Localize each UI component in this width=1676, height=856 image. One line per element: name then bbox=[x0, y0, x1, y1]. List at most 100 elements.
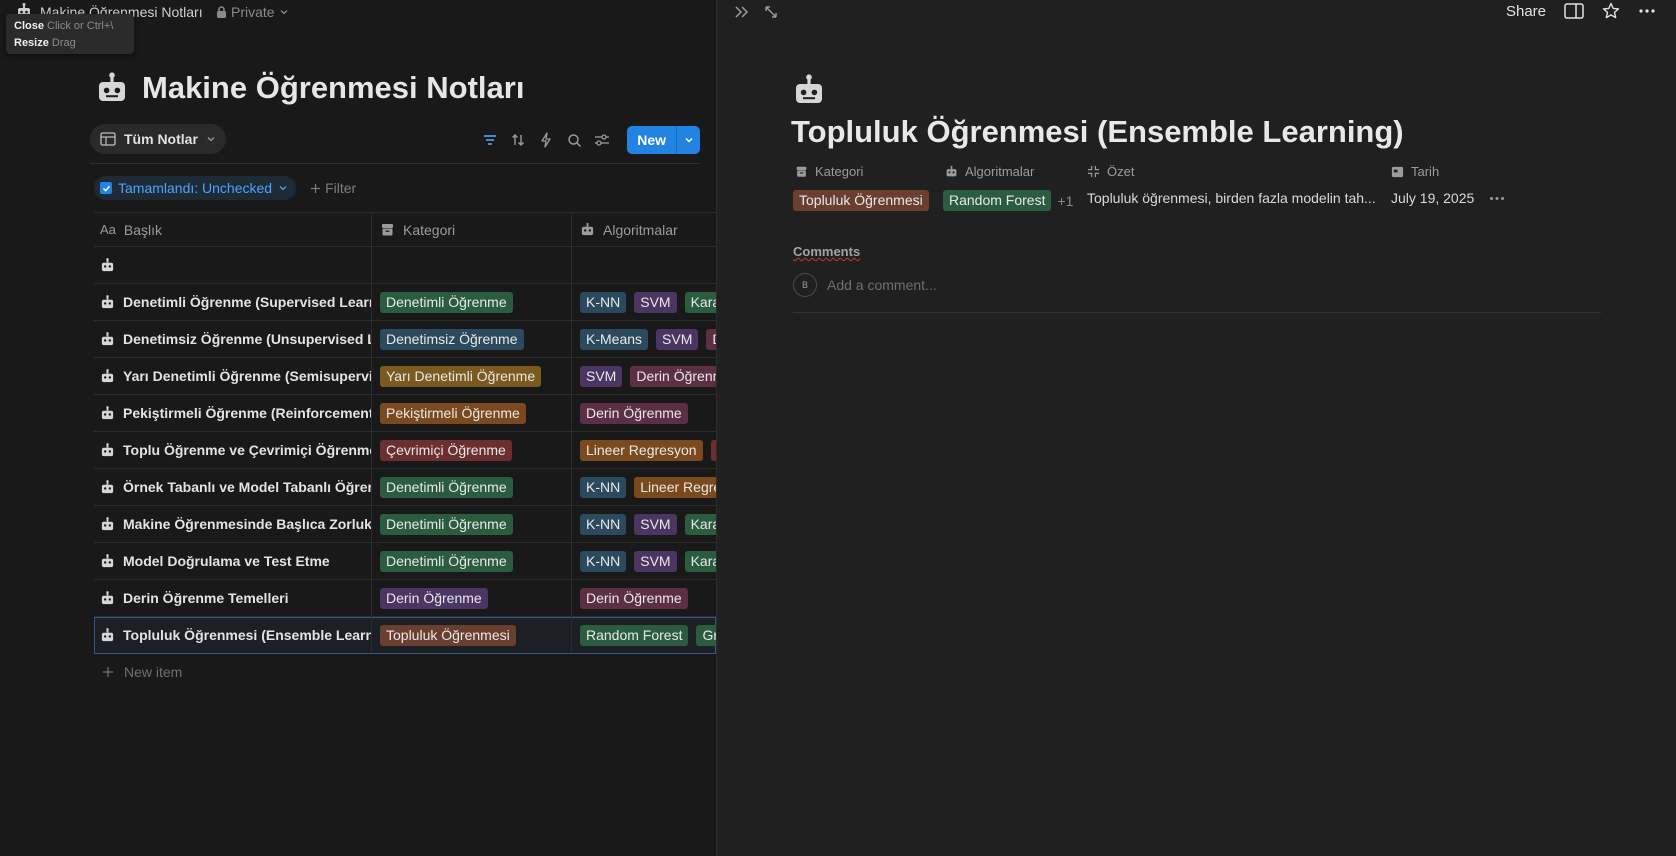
property-label-summary[interactable]: Özet bbox=[1087, 164, 1134, 179]
category-tag: Pekiştirmeli Öğrenme bbox=[380, 402, 526, 424]
new-dropdown-button[interactable] bbox=[676, 126, 700, 154]
algorithm-tag: SVM bbox=[580, 365, 623, 387]
page-title[interactable]: Topluluk Öğrenmesi (Ensemble Learning) bbox=[791, 114, 1404, 150]
row-algorithms-cell[interactable]: K-NN SVM Karar Ağaçları bbox=[572, 543, 716, 579]
table-row[interactable]: Makine Öğrenmesinde Başlıca Zorluklar Den… bbox=[94, 506, 716, 543]
row-category-cell[interactable]: Derin Öğrenme bbox=[372, 580, 572, 616]
algorithm-tag: Derin Öğrenme bbox=[706, 328, 716, 350]
property-label-algorithms[interactable]: Algoritmalar bbox=[945, 164, 1034, 179]
view-tab-all-notes[interactable]: Tüm Notlar bbox=[90, 124, 226, 154]
row-category-cell[interactable]: Denetimli Öğrenme bbox=[372, 543, 572, 579]
table-row[interactable]: Denetimli Öğrenme (Supervised Learning) D… bbox=[94, 284, 716, 321]
table-row[interactable]: Yarı Denetimli Öğrenme (Semisupervised L… bbox=[94, 358, 716, 395]
row-title-cell[interactable]: Toplu Öğrenme ve Çevrimiçi Öğrenme bbox=[94, 432, 372, 468]
filter-chip-completed[interactable]: Tamamlandı: Unchecked bbox=[94, 176, 297, 200]
row-title-cell[interactable]: Makine Öğrenmesinde Başlıca Zorluklar bbox=[94, 506, 372, 542]
row-algorithms-cell[interactable]: Random Forest Gradient Boosting bbox=[572, 617, 716, 653]
row-category-cell[interactable] bbox=[372, 247, 572, 283]
property-label-date[interactable]: Tarih bbox=[1391, 164, 1439, 179]
row-category-cell[interactable]: Denetimli Öğrenme bbox=[372, 506, 572, 542]
row-title-cell[interactable]: Örnek Tabanlı ve Model Tabanlı Öğrenme bbox=[94, 469, 372, 505]
robot-icon[interactable] bbox=[793, 74, 825, 106]
table-row[interactable]: Toplu Öğrenme ve Çevrimiçi Öğrenme Çevrim… bbox=[94, 432, 716, 469]
category-tag: Denetimli Öğrenme bbox=[380, 550, 513, 572]
lightning-icon[interactable] bbox=[537, 131, 555, 149]
more-options-icon[interactable] bbox=[1638, 8, 1656, 14]
property-value-category[interactable]: Topluluk Öğrenmesi bbox=[793, 190, 937, 211]
property-label-text: Tarih bbox=[1411, 164, 1440, 179]
row-category-cell[interactable]: Denetimli Öğrenme bbox=[372, 284, 572, 320]
add-filter-button[interactable]: Filter bbox=[310, 180, 356, 196]
row-category-cell[interactable]: Yarı Denetimli Öğrenme bbox=[372, 358, 572, 394]
property-label-category[interactable]: Kategori bbox=[795, 164, 863, 179]
row-category-cell[interactable]: Pekiştirmeli Öğrenme bbox=[372, 395, 572, 431]
sort-icon[interactable] bbox=[509, 131, 527, 149]
row-title-cell[interactable]: Denetimsiz Öğrenme (Unsupervised Learnin… bbox=[94, 321, 372, 357]
row-title-cell[interactable]: Model Doğrulama ve Test Etme bbox=[94, 543, 372, 579]
row-algorithms-cell[interactable] bbox=[572, 247, 716, 283]
column-header-label: Algoritmalar bbox=[603, 221, 678, 238]
row-title-cell[interactable]: Yarı Denetimli Öğrenme (Semisupervised L… bbox=[94, 358, 372, 394]
row-title-cell[interactable]: Topluluk Öğrenmesi (Ensemble Learning) bbox=[94, 617, 372, 653]
row-title: Makine Öğrenmesinde Başlıca Zorluklar bbox=[123, 516, 372, 532]
algorithm-tag: Gradient Boosting bbox=[696, 624, 716, 646]
robot-icon[interactable] bbox=[96, 72, 128, 104]
table-row[interactable]: Pekiştirmeli Öğrenme (Reinforcement Lear… bbox=[94, 395, 716, 432]
table-row[interactable]: Denetimsiz Öğrenme (Unsupervised Learnin… bbox=[94, 321, 716, 358]
row-title-cell[interactable]: Derin Öğrenme Temelleri bbox=[94, 580, 372, 616]
row-algorithms-cell[interactable]: Lineer RegresyonLojistik Regresyon bbox=[572, 432, 716, 468]
row-algorithms-cell[interactable]: K-Means SVM Derin Öğrenme bbox=[572, 321, 716, 357]
avatar: B bbox=[793, 273, 817, 297]
row-title-cell[interactable] bbox=[94, 247, 372, 283]
table-icon bbox=[100, 132, 116, 146]
table-row[interactable] bbox=[94, 247, 716, 284]
property-more-button[interactable] bbox=[1489, 196, 1505, 201]
database-heading[interactable]: Makine Öğrenmesi Notları bbox=[142, 70, 524, 106]
row-algorithms-cell[interactable]: K-NN Lineer Regresyon bbox=[572, 469, 716, 505]
archive-icon bbox=[795, 165, 808, 178]
column-header-category[interactable]: Kategori bbox=[372, 213, 572, 246]
new-item-button[interactable]: New item bbox=[102, 664, 182, 680]
row-algorithms-cell[interactable]: K-NN SVM Karar Ağaçları bbox=[572, 284, 716, 320]
divider bbox=[90, 163, 700, 164]
star-icon[interactable] bbox=[1602, 2, 1620, 20]
column-header-label: Kategori bbox=[403, 221, 456, 238]
collapse-double-chevron-icon[interactable] bbox=[733, 4, 751, 20]
chevron-down-icon bbox=[279, 7, 289, 17]
table-row[interactable]: Topluluk Öğrenmesi (Ensemble Learning) To… bbox=[94, 617, 716, 654]
row-algorithms-cell[interactable]: Derin Öğrenme bbox=[572, 395, 716, 431]
search-icon[interactable] bbox=[565, 131, 583, 149]
comment-composer[interactable]: B Add a comment... bbox=[793, 273, 937, 297]
settings-sliders-icon[interactable] bbox=[593, 131, 611, 149]
share-button[interactable]: Share bbox=[1506, 3, 1546, 20]
row-title-cell[interactable]: Denetimli Öğrenme (Supervised Learning) bbox=[94, 284, 372, 320]
row-algorithms-cell[interactable]: K-NN SVM Karar Ağaçları bbox=[572, 506, 716, 542]
property-value-date[interactable]: July 19, 2025 bbox=[1391, 190, 1474, 206]
algorithm-tag: Karar Ağaçları bbox=[684, 550, 716, 572]
row-category-cell[interactable]: Denetimsiz Öğrenme bbox=[372, 321, 572, 357]
category-tag: Denetimli Öğrenme bbox=[380, 291, 513, 313]
expand-icon[interactable] bbox=[763, 4, 779, 20]
table-row[interactable]: Derin Öğrenme Temelleri Derin Öğrenme Deri… bbox=[94, 580, 716, 617]
table-row[interactable]: Model Doğrulama ve Test Etme Denetimli Öğ… bbox=[94, 543, 716, 580]
property-value-algorithms[interactable]: Random Forest +1 bbox=[943, 190, 1073, 211]
filter-icon[interactable] bbox=[481, 131, 499, 149]
property-value-summary[interactable]: Topluluk öğrenmesi, birden fazla modelin… bbox=[1087, 190, 1377, 206]
sidebar-layout-icon[interactable] bbox=[1564, 3, 1584, 19]
column-header-title[interactable]: Aa Başlık bbox=[94, 213, 372, 246]
row-algorithms-cell[interactable]: Derin Öğrenme bbox=[572, 580, 716, 616]
row-category-cell[interactable]: Denetimli Öğrenme bbox=[372, 469, 572, 505]
row-category-cell[interactable]: Çevrimiçi Öğrenme bbox=[372, 432, 572, 468]
privacy-indicator[interactable]: Private bbox=[216, 4, 289, 20]
new-button[interactable]: New bbox=[627, 126, 676, 154]
comment-input[interactable]: Add a comment... bbox=[827, 277, 937, 293]
row-algorithms-cell[interactable]: SVM Derin Öğrenme bbox=[572, 358, 716, 394]
column-header-algorithms[interactable]: Algoritmalar bbox=[572, 213, 716, 246]
row-category-cell[interactable]: Topluluk Öğrenmesi bbox=[372, 617, 572, 653]
peek-tooltip: Close Click or Ctrl+\ Resize Drag bbox=[6, 14, 134, 54]
table-row[interactable]: Örnek Tabanlı ve Model Tabanlı Öğrenme De… bbox=[94, 469, 716, 506]
algorithm-tag: SVM bbox=[634, 291, 677, 313]
robot-icon bbox=[100, 294, 115, 310]
peek-controls bbox=[733, 4, 779, 20]
row-title-cell[interactable]: Pekiştirmeli Öğrenme (Reinforcement Lear… bbox=[94, 395, 372, 431]
